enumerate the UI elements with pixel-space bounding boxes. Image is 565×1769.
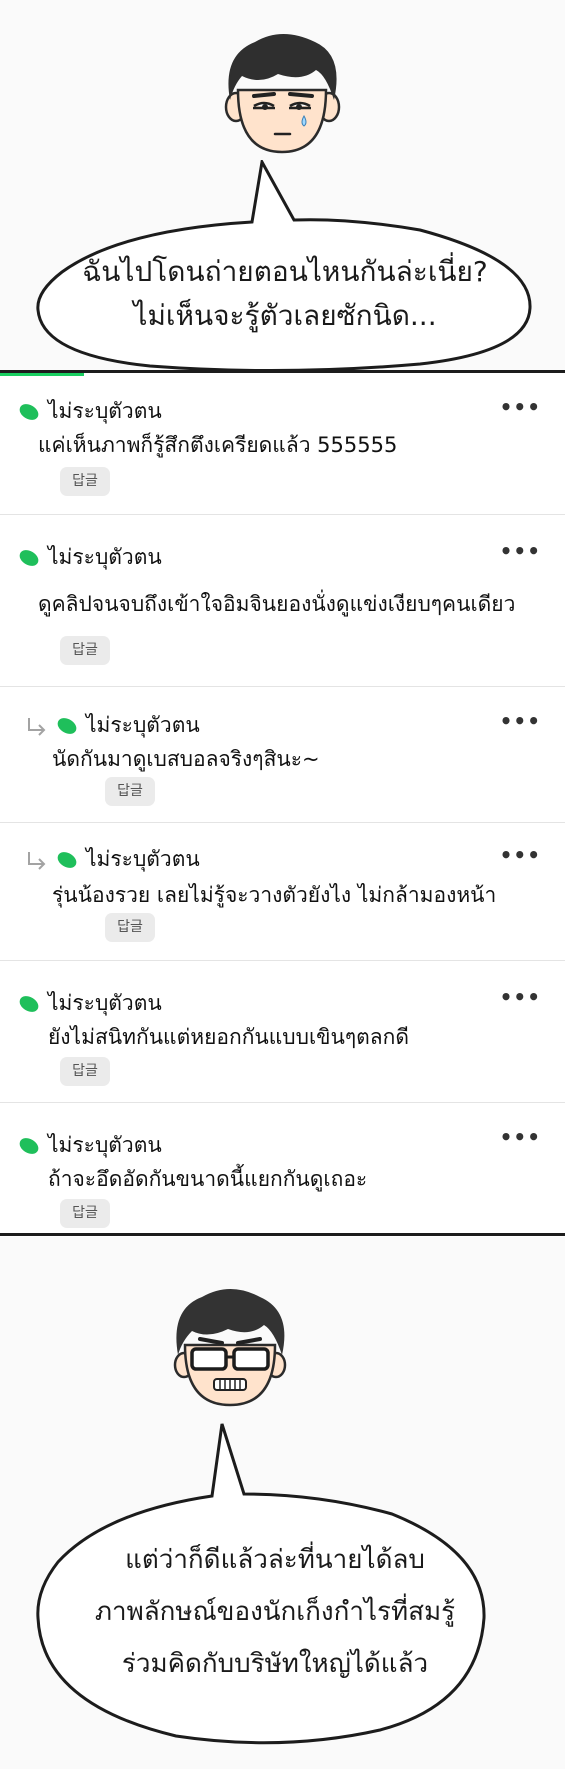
comment-author[interactable]: ไม่ระบุตัวตน xyxy=(48,1129,162,1162)
green-leaf-icon xyxy=(19,1137,39,1154)
glasses-man-face-illustration xyxy=(173,1289,287,1407)
green-leaf-icon xyxy=(19,549,39,566)
more-dots-icon[interactable]: ••• xyxy=(500,1125,541,1149)
more-dots-icon[interactable]: ••• xyxy=(500,843,541,867)
bubble-line-1: ฉันไปโดนถ่ายตอนไหนกันล่ะเนี่ย? xyxy=(82,255,488,288)
reply-arrow-icon xyxy=(28,851,46,870)
comment-text: รุ่นน้องรวย เลยไม่รู้จะวางตัวยังไง ไม่กล… xyxy=(52,883,497,907)
green-leaf-icon xyxy=(19,995,39,1012)
comment-item: ไม่ระบุตัวตน ••• ดูคลิปจนจบถึงเข้าใจอิมจ… xyxy=(0,515,565,687)
reply-button[interactable]: 답글 xyxy=(60,1199,110,1228)
reply-button[interactable]: 답글 xyxy=(60,1057,110,1086)
comment-text: ถ้าจะอึดอัดกันขนาดนี้แยกกันดูเถอะ xyxy=(48,1167,368,1191)
comment-text: ดูคลิปจนจบถึงเข้าใจอิมจินยองนั่งดูแข่งเง… xyxy=(38,592,516,616)
top-comic-panel: ฉันไปโดนถ่ายตอนไหนกันล่ะเนี่ย? ไม่เห็นจะ… xyxy=(0,0,565,372)
bottom-comic-panel: แต่ว่าก็ดีแล้วล่ะที่นายได้ลบ ภาพลักษณ์ขอ… xyxy=(0,1237,565,1769)
bubble-line-1: แต่ว่าก็ดีแล้วล่ะที่นายได้ลบ xyxy=(125,1545,425,1575)
bubble-line-3: ร่วมคิดกับบริษัทใหญ่ได้แล้ว xyxy=(121,1649,429,1679)
bubble-line-2: ภาพลักษณ์ของนักเก็งกำไรที่สมรู้ xyxy=(94,1597,456,1627)
bubble-line-2: ไม่เห็นจะรู้ตัวเลยซักนิด... xyxy=(133,299,437,332)
more-dots-icon[interactable]: ••• xyxy=(500,985,541,1009)
green-leaf-icon xyxy=(57,717,77,734)
comment-reply-item: ไม่ระบุตัวตน ••• นัดกันมาดูเบสบอลจริงๆสิ… xyxy=(0,687,565,823)
comment-reply-item: ไม่ระบุตัวตน ••• รุ่นน้องรวย เลยไม่รู้จะ… xyxy=(0,823,565,961)
comment-author[interactable]: ไม่ระบุตัวตน xyxy=(86,709,200,742)
more-dots-icon[interactable]: ••• xyxy=(500,709,541,733)
bubble-text: ฉันไปโดนถ่ายตอนไหนกันล่ะเนี่ย? ไม่เห็นจะ… xyxy=(60,250,510,338)
more-dots-icon[interactable]: ••• xyxy=(500,395,541,419)
reply-button[interactable]: 답글 xyxy=(105,913,155,942)
comment-list: ไม่ระบุตัวตน ••• แค่เห็นภาพก็รู้สึกตึงเค… xyxy=(0,370,565,1236)
comment-author[interactable]: ไม่ระบุตัวตน xyxy=(86,843,200,876)
comment-text: ยังไม่สนิทกันแต่หยอกกันแบบเขินๆตลกดี xyxy=(48,1025,409,1049)
sleepy-man-face-illustration xyxy=(224,34,341,154)
comment-text: แค่เห็นภาพก็รู้สึกตึงเครียดแล้ว 555555 xyxy=(38,433,398,457)
reply-button[interactable]: 답글 xyxy=(60,636,110,665)
comment-item: ไม่ระบุตัวตน ••• ยังไม่สนิทกันแต่หยอกกัน… xyxy=(0,961,565,1103)
comment-author[interactable]: ไม่ระบุตัวตน xyxy=(48,541,162,574)
green-leaf-icon xyxy=(57,851,77,868)
reply-button[interactable]: 답글 xyxy=(105,777,155,806)
comment-item: ไม่ระบุตัวตน ••• แค่เห็นภาพก็รู้สึกตึงเค… xyxy=(0,373,565,515)
comment-author[interactable]: ไม่ระบุตัวตน xyxy=(48,395,162,428)
comment-text: นัดกันมาดูเบสบอลจริงๆสินะ~ xyxy=(52,747,320,771)
comment-author[interactable]: ไม่ระบุตัวตน xyxy=(48,987,162,1020)
comment-item: ไม่ระบุตัวตน ••• ถ้าจะอึดอัดกันขนาดนี้แย… xyxy=(0,1103,565,1236)
more-dots-icon[interactable]: ••• xyxy=(500,539,541,563)
reply-arrow-icon xyxy=(28,717,46,736)
reply-button[interactable]: 답글 xyxy=(60,467,110,496)
green-leaf-icon xyxy=(19,403,39,420)
bubble-text: แต่ว่าก็ดีแล้วล่ะที่นายได้ลบ ภาพลักษณ์ขอ… xyxy=(55,1534,495,1690)
